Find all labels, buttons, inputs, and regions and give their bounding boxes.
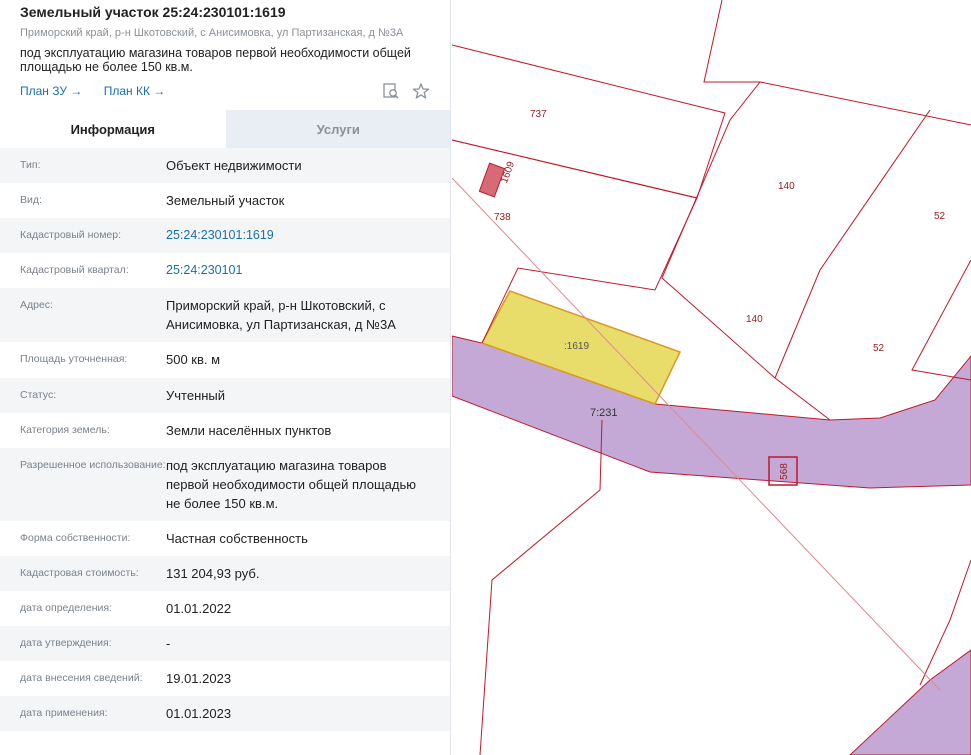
- row-value: Учтенный: [166, 388, 226, 403]
- table-row: Категория земель: Земли населённых пункто…: [0, 413, 450, 448]
- plan-links: План ЗУ → План КК →: [20, 84, 183, 98]
- info-panel: Земельный участок 25:24:230101:1619 Прим…: [0, 0, 451, 755]
- row-label: Кадастровый номер:: [20, 229, 122, 241]
- table-row: дата внесения сведений: 19.01.2023: [0, 661, 450, 696]
- map-label: 140: [746, 314, 763, 325]
- row-label: дата применения:: [20, 707, 108, 719]
- table-row: Кадастровый квартал: 25:24:230101: [0, 253, 450, 288]
- row-value: Приморский край, р-н Шкотовский, с Аниси…: [166, 298, 396, 332]
- map-label: 738: [494, 212, 511, 223]
- row-label: Адрес:: [20, 299, 53, 311]
- plan-zu-link[interactable]: План ЗУ →: [20, 84, 82, 98]
- row-label: Кадастровая стоимость:: [20, 567, 139, 579]
- row-value: Земли населённых пунктов: [166, 423, 332, 438]
- row-value: 19.01.2023: [166, 671, 232, 686]
- row-value: 131 204,93 руб.: [166, 566, 260, 581]
- row-value: Земельный участок: [166, 193, 285, 208]
- map-label: 140: [778, 181, 795, 192]
- header-address: Приморский край, р-н Шкотовский, с Аниси…: [20, 27, 404, 39]
- row-label: дата внесения сведений:: [20, 672, 143, 684]
- search-document-icon[interactable]: [382, 82, 400, 100]
- row-label: Форма собственности:: [20, 532, 131, 544]
- row-value: Частная собственность: [166, 531, 308, 546]
- tab-services[interactable]: Услуги: [225, 110, 450, 148]
- star-icon[interactable]: [412, 82, 430, 100]
- table-row: Тип: Объект недвижимости: [0, 148, 450, 183]
- row-label: Площадь уточненная:: [20, 353, 128, 365]
- table-row: Вид: Земельный участок: [0, 183, 450, 218]
- row-value: Объект недвижимости: [166, 158, 302, 173]
- row-value: 01.01.2023: [166, 706, 232, 721]
- cadastral-quarter-link[interactable]: 25:24:230101: [166, 253, 431, 288]
- table-row: дата утверждения: -: [0, 626, 450, 661]
- table-row: Площадь уточненная: 500 кв. м: [0, 342, 450, 378]
- header-icons: [382, 82, 430, 100]
- row-label: Вид:: [20, 194, 42, 206]
- cadastral-map[interactable]: 737 1609 738 140 52 140 52 :1619 7:231 5…: [452, 0, 971, 755]
- info-table: Тип: Объект недвижимости Вид: Земельный уч…: [0, 148, 450, 731]
- table-row: Форма собственности: Частная собственност…: [0, 521, 450, 556]
- table-row: дата определения: 01.01.2022: [0, 591, 450, 626]
- row-label: Кадастровый квартал:: [20, 264, 129, 276]
- table-row: дата применения: 01.01.2023: [0, 696, 450, 731]
- row-label: Разрешенное использование:: [20, 459, 166, 471]
- panel-header: Земельный участок 25:24:230101:1619 Прим…: [0, 0, 450, 110]
- header-purpose: под эксплуатацию магазина товаров первой…: [20, 46, 411, 74]
- map-label: 52: [934, 211, 946, 222]
- table-row: Кадастровый номер: 25:24:230101:1619: [0, 218, 450, 253]
- table-row: Кадастровая стоимость: 131 204,93 руб.: [0, 556, 450, 591]
- tab-information[interactable]: Информация: [0, 110, 226, 148]
- tab-bar: Информация Услуги: [0, 110, 450, 148]
- row-label: дата утверждения:: [20, 637, 112, 649]
- table-row: Адрес: Приморский край, р-н Шкотовский, с…: [0, 288, 450, 342]
- plan-kk-link[interactable]: План КК →: [104, 84, 166, 98]
- row-label: Категория земель:: [20, 424, 110, 436]
- map-label: 52: [873, 343, 885, 354]
- row-label: дата определения:: [20, 602, 113, 614]
- map-label: 568: [778, 463, 790, 480]
- row-value: под эксплуатацию магазина товаров первой…: [166, 458, 417, 511]
- page-title: Земельный участок 25:24:230101:1619: [20, 4, 286, 20]
- table-row: Статус: Учтенный: [0, 378, 450, 413]
- map-label: 7:231: [590, 407, 618, 419]
- road-parcel-bottom: [849, 649, 971, 755]
- cadastral-number-link[interactable]: 25:24:230101:1619: [166, 218, 431, 253]
- row-label: Статус:: [20, 389, 57, 401]
- row-value: -: [166, 636, 171, 651]
- map-label: 737: [530, 109, 547, 120]
- row-value: 01.01.2022: [166, 601, 232, 616]
- row-value: 500 кв. м: [166, 352, 221, 367]
- table-row: Разрешенное использование: под эксплуатац…: [0, 448, 450, 521]
- row-label: Тип:: [20, 159, 41, 171]
- map-label: :1619: [564, 341, 590, 352]
